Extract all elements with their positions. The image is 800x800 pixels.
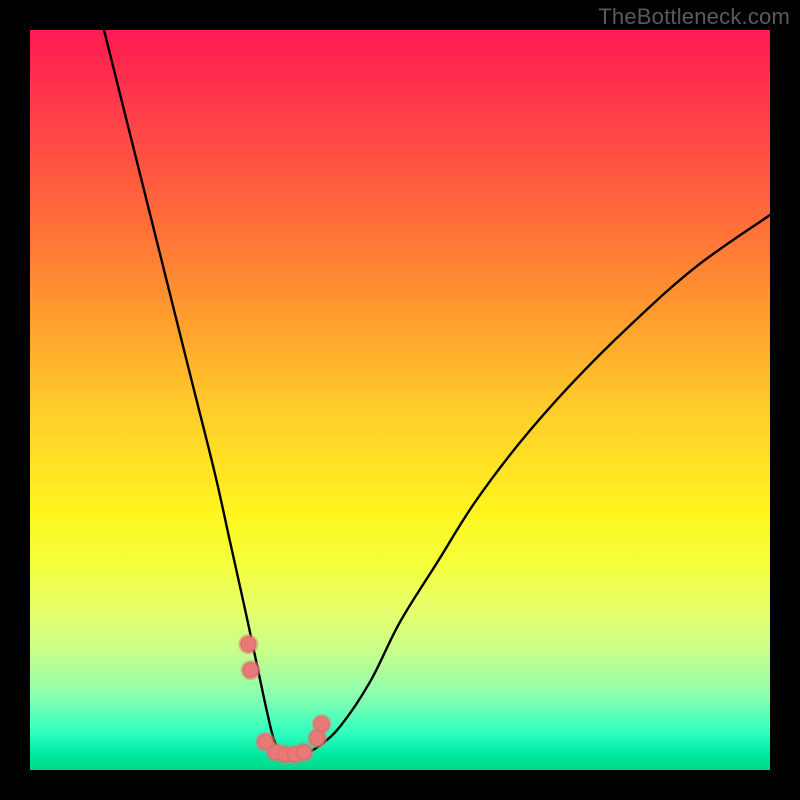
curve-svg <box>30 30 770 770</box>
marker-dot <box>296 745 311 760</box>
marker-dot <box>314 717 329 732</box>
highlight-markers <box>238 634 331 764</box>
plot-area <box>30 30 770 770</box>
marker-dot <box>241 637 256 652</box>
chart-frame: TheBottleneck.com <box>0 0 800 800</box>
watermark-label: TheBottleneck.com <box>598 4 790 30</box>
bottleneck-curve <box>104 30 770 755</box>
marker-dot <box>243 663 258 678</box>
